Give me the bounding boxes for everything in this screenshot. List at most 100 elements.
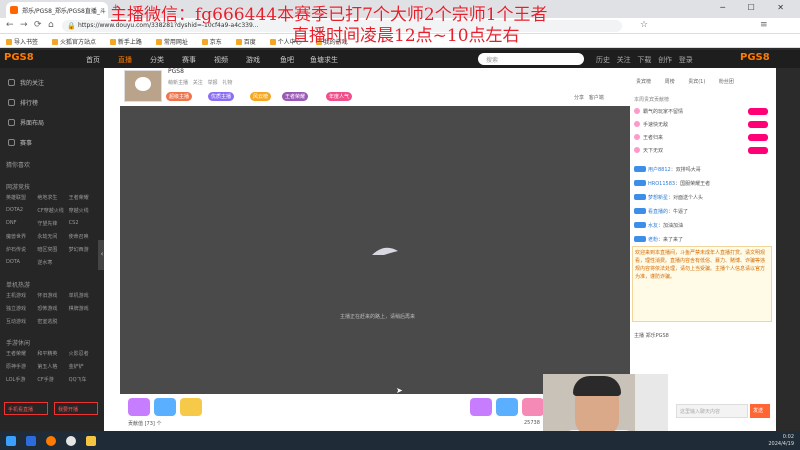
sidebar-link[interactable]: 暗区突围 [37,246,68,253]
room-meta-item[interactable]: 举报 [208,80,218,86]
nav-item-yuba[interactable]: 鱼吧 [280,55,294,65]
sidebar-link[interactable]: 主机游戏 [6,292,37,299]
nav-item-game[interactable]: 游戏 [246,55,260,65]
avatar[interactable] [124,70,162,102]
sidebar-link[interactable]: 怀旧游戏 [37,292,68,299]
nav-login[interactable]: 登录 [679,56,693,64]
rank-row[interactable]: 霸气的玩家不留情 [634,108,772,118]
sidebar-link[interactable]: 棋牌游戏 [69,305,100,312]
back-icon[interactable]: ← [6,20,14,30]
nav-item-survival[interactable]: 鱼塘求生 [310,55,338,65]
gift-icon[interactable] [154,398,176,416]
firefox-icon[interactable] [46,436,56,446]
nav-history[interactable]: 历史 [596,56,610,64]
nav-item-home[interactable]: 首页 [86,55,100,65]
sidebar-link[interactable]: 和平精英 [37,350,68,357]
nav-item-match[interactable]: 赛事 [182,55,196,65]
sidebar-link[interactable]: 使命召唤 [69,233,100,240]
tab-fans[interactable]: 粉丝团 [719,79,734,85]
sidebar-link[interactable]: 互动游戏 [6,318,37,325]
bookmark-item[interactable]: 常用网址 [155,39,188,46]
sidebar-link[interactable]: 第五人格 [37,363,68,370]
sidebar-link[interactable]: 金铲铲 [69,363,100,370]
app-icon[interactable] [26,436,36,446]
sidebar-link[interactable]: 恐怖游戏 [37,305,68,312]
bookmark-item[interactable]: 导入书签 [6,39,38,46]
sidebar-item-layout[interactable]: 界面布局 [8,118,44,127]
menu-icon[interactable]: ≡ [760,20,768,30]
sidebar-item-match[interactable]: 赛事 [8,138,32,147]
room-meta-item[interactable]: 关注 [193,80,203,86]
sidebar-link[interactable]: QQ飞车 [69,376,100,383]
room-tag[interactable]: 优质主播 [208,92,235,101]
room-tag[interactable]: 王者荣耀 [282,92,309,101]
sidebar-link[interactable]: 炉石传说 [6,246,37,253]
bookmark-item[interactable]: 京东 [201,39,222,46]
sidebar-link[interactable]: 单机游戏 [69,292,100,299]
bookmark-item[interactable]: 百度 [235,39,256,46]
rank-row[interactable]: 王者归来 [634,134,772,144]
reload-icon[interactable]: ⟳ [34,20,42,30]
sidebar-link[interactable]: LOL手游 [6,376,37,383]
windows-start-icon[interactable] [6,436,16,446]
google-icon[interactable] [66,436,76,446]
client-link[interactable]: 客户端 [589,95,604,101]
sidebar-link[interactable]: 独立游戏 [6,305,37,312]
gift-icon[interactable] [470,398,492,416]
gift-icon[interactable] [128,398,150,416]
sidebar-item-rank[interactable]: 排行榜 [8,98,38,107]
folder-icon[interactable] [86,436,96,446]
start-live-button[interactable]: 我要开播 [54,402,98,415]
sidebar-link[interactable]: 原神手游 [6,363,37,370]
home-icon[interactable]: ⌂ [48,20,54,30]
share-link[interactable]: 分享 [574,95,584,101]
sidebar-link[interactable]: CS2 [69,220,100,227]
sidebar-item-follow[interactable]: 我的关注 [8,78,44,87]
rank-row[interactable]: 手速快无敌 [634,121,772,131]
nav-follow[interactable]: 关注 [617,56,631,64]
gift-icon[interactable] [496,398,518,416]
sidebar-link[interactable]: 王者荣耀 [69,194,100,201]
rank-row[interactable]: 天下无双 [634,147,772,157]
system-clock[interactable]: 0:02 2024/4/19 [768,434,794,448]
star-icon[interactable]: ☆ [640,20,648,30]
nav-create[interactable]: 创作 [658,56,672,64]
search-input[interactable]: 搜索 [478,53,584,65]
browser-tab[interactable]: 郑乐/PGS8_郑乐/PGS8直播_斗 [6,2,108,18]
sidebar-link[interactable]: 梦幻西游 [69,246,100,253]
sidebar-link[interactable]: 魔兽世界 [6,233,37,240]
gift-icon[interactable] [522,398,544,416]
nav-download[interactable]: 下载 [637,56,651,64]
sidebar-link[interactable]: 守望先锋 [37,220,68,227]
sidebar-link[interactable]: DNF [6,220,37,227]
sidebar-link[interactable]: CF手游 [37,376,68,383]
send-button[interactable]: 发送 [750,404,770,418]
sidebar-link[interactable]: 王者荣耀 [6,350,37,357]
sidebar-link[interactable]: 穿越火线 [69,207,100,214]
sidebar-link[interactable]: 密室逃脱 [37,318,68,325]
sidebar-link[interactable]: 永劫无间 [37,233,68,240]
sidebar-link[interactable]: CF穿越火线 [37,207,68,214]
nav-item-category[interactable]: 分类 [150,55,164,65]
chat-input[interactable]: 这里输入聊天内容 [676,404,748,418]
sidebar-link[interactable]: DOTA [6,259,37,266]
sidebar-link[interactable]: 绝地求生 [37,194,68,201]
bookmark-item[interactable]: 新手上路 [109,39,142,46]
tab-guest[interactable]: 贵宾(1) [688,79,705,85]
window-controls[interactable]: ─ ☐ ✕ [720,3,794,12]
sidebar-link[interactable]: DOTA2 [6,207,37,214]
room-meta-item[interactable]: 礼物 [222,80,232,86]
nav-item-live[interactable]: 直播 [118,55,132,65]
video-player[interactable]: 主播正在赶来的路上，请稍后再来 [120,106,630,394]
sidebar-link[interactable]: 英雄联盟 [6,194,37,201]
room-tag[interactable]: 年度人气 [326,92,353,101]
forward-icon[interactable]: → [20,20,28,30]
gift-icon[interactable] [180,398,202,416]
room-tag[interactable]: 风云榜 [250,92,272,101]
mobile-live-button[interactable]: 手机看直播 [4,402,48,415]
sidebar-link[interactable]: 逆水寒 [37,259,68,266]
nav-item-video[interactable]: 视频 [214,55,228,65]
room-tag[interactable]: 超级主播 [166,92,193,101]
sidebar-link[interactable]: 火影忍者 [69,350,100,357]
tab-vip[interactable]: 贵宾榜 [636,79,651,85]
